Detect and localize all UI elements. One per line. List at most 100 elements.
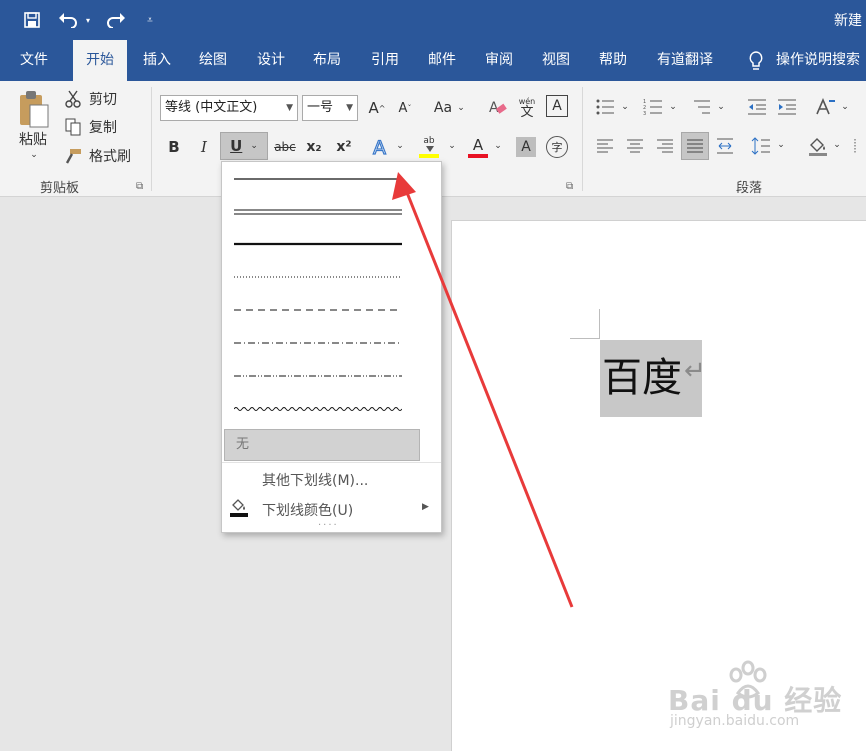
tab-help[interactable]: 帮助 — [590, 40, 636, 81]
italic-button[interactable]: I — [194, 135, 214, 159]
font-name-combo[interactable]: 等线 (中文正文) ▼ — [160, 95, 298, 121]
subscript-button[interactable]: x₂ — [302, 135, 326, 159]
paste-dropdown-icon[interactable]: ⌄ — [26, 149, 42, 161]
chinese-layout-icon[interactable] — [812, 95, 838, 119]
phonetic-guide-icon[interactable]: wén 文 — [514, 93, 540, 121]
superscript-button[interactable]: x² — [332, 135, 356, 159]
redo-icon[interactable] — [104, 8, 128, 32]
underline-color-option[interactable]: 下划线颜色(U) — [262, 500, 353, 520]
multilevel-list-icon[interactable] — [690, 95, 712, 119]
chevron-down-icon[interactable]: ⌄ — [456, 101, 466, 115]
font-launcher-icon[interactable]: ⧉ — [566, 181, 573, 192]
character-shading-icon[interactable]: A — [516, 137, 536, 157]
highlight-icon[interactable]: ab — [416, 133, 442, 161]
watermark: Bai du 经验 jingyan.baidu.com — [666, 655, 866, 735]
chevron-down-icon: ▼ — [286, 103, 293, 113]
tab-references[interactable]: 引用 — [362, 40, 408, 81]
underline-dotted[interactable] — [234, 271, 402, 283]
margin-marker — [570, 338, 600, 339]
strikethrough-button[interactable]: abc — [272, 135, 298, 159]
grow-font-icon[interactable]: A ^ — [366, 97, 388, 119]
tab-file[interactable]: 文件 — [8, 40, 60, 81]
align-left-icon[interactable] — [594, 135, 616, 157]
paste-button[interactable]: 粘贴 — [12, 130, 54, 148]
save-icon[interactable] — [20, 8, 44, 32]
clipboard-launcher-icon[interactable]: ⧉ — [136, 181, 143, 192]
change-case-button[interactable]: Aa — [430, 97, 456, 119]
cut-button[interactable]: 剪切 — [86, 89, 120, 109]
font-size-value: 一号 — [307, 100, 334, 115]
increase-indent-icon[interactable] — [776, 95, 798, 119]
font-size-combo[interactable]: 一号 ▼ — [302, 95, 358, 121]
decrease-indent-icon[interactable] — [746, 95, 768, 119]
tab-view[interactable]: 视图 — [533, 40, 579, 81]
svg-text:A: A — [373, 137, 386, 158]
tab-design[interactable]: 设计 — [248, 40, 294, 81]
font-name-value: 等线 (中文正文) — [165, 100, 258, 115]
resize-grip-icon[interactable]: ···· — [318, 520, 339, 531]
underline-wave[interactable] — [234, 403, 402, 415]
justify-icon[interactable] — [681, 132, 709, 160]
more-underlines-option[interactable]: 其他下划线(M)... — [262, 470, 368, 490]
chevron-down-icon[interactable]: ⌄ — [776, 139, 786, 151]
distributed-icon[interactable] — [714, 135, 736, 157]
underline-dropdown-menu: 无 其他下划线(M)... 下划线颜色(U) ▶ ···· — [221, 161, 442, 533]
chevron-down-icon: ▼ — [346, 103, 353, 113]
align-right-icon[interactable] — [654, 135, 676, 157]
underline-single[interactable] — [234, 173, 402, 185]
chevron-down-icon[interactable]: ⌄ — [668, 101, 678, 113]
underline-button[interactable]: U ⌄ — [220, 132, 268, 160]
group-separator — [582, 87, 583, 191]
watermark-url: jingyan.baidu.com — [670, 713, 800, 729]
tab-home[interactable]: 开始 — [73, 40, 127, 81]
shrink-font-icon[interactable]: Aˇ — [394, 97, 416, 119]
font-color-icon[interactable]: A — [466, 133, 490, 161]
tab-mailings[interactable]: 邮件 — [419, 40, 465, 81]
shading-icon[interactable] — [806, 133, 830, 159]
margin-marker — [599, 309, 600, 339]
undo-dropdown-icon[interactable]: ▾ — [82, 8, 94, 32]
chevron-down-icon[interactable]: ⌄ — [840, 101, 850, 113]
chevron-down-icon[interactable]: ⌄ — [716, 101, 726, 113]
format-painter-icon — [62, 146, 84, 166]
bullets-icon[interactable] — [594, 95, 616, 119]
undo-icon[interactable] — [56, 8, 80, 32]
chevron-down-icon[interactable]: ⌄ — [832, 139, 842, 151]
tab-youdao[interactable]: 有道翻译 — [648, 40, 722, 81]
clipboard-group-label: 剪贴板 — [40, 181, 80, 196]
clear-formatting-icon[interactable]: A — [486, 95, 510, 119]
underline-double[interactable] — [234, 206, 402, 218]
character-border-icon[interactable]: A — [546, 95, 568, 117]
scissors-icon — [62, 89, 84, 109]
format-painter-button[interactable]: 格式刷 — [86, 146, 134, 166]
title-bar: ▾ ⩡ 新建 — [0, 0, 866, 40]
submenu-arrow-icon: ▶ — [422, 502, 429, 512]
chevron-down-icon[interactable]: ⌄ — [492, 139, 504, 153]
underline-none-option[interactable]: 无 — [224, 429, 420, 461]
chevron-down-icon[interactable]: ⌄ — [394, 139, 406, 153]
menu-separator — [222, 462, 441, 463]
tab-draw[interactable]: 绘图 — [190, 40, 236, 81]
tab-review[interactable]: 审阅 — [476, 40, 522, 81]
borders-icon[interactable] — [852, 135, 866, 157]
align-center-icon[interactable] — [624, 135, 646, 157]
text-effects-icon[interactable]: A — [370, 135, 392, 159]
chevron-down-icon[interactable]: ⌄ — [446, 139, 458, 153]
copy-button[interactable]: 复制 — [86, 117, 120, 137]
underline-dot-dot-dash[interactable] — [234, 370, 402, 382]
line-spacing-icon[interactable] — [750, 135, 772, 157]
chevron-down-icon[interactable]: ⌄ — [620, 101, 630, 113]
paste-icon[interactable] — [14, 89, 54, 129]
paragraph-group-label: 段落 — [736, 181, 763, 196]
tell-me-search[interactable]: 操作说明搜索 — [776, 40, 866, 81]
numbering-icon[interactable]: 123 — [642, 95, 664, 119]
window-title: 新建 — [834, 13, 862, 29]
tab-layout[interactable]: 布局 — [304, 40, 350, 81]
underline-dashed[interactable] — [234, 304, 402, 316]
underline-dot-dash[interactable] — [234, 337, 402, 349]
underline-thick[interactable] — [234, 238, 402, 250]
tab-insert[interactable]: 插入 — [134, 40, 180, 81]
bold-button[interactable]: B — [164, 135, 184, 159]
customize-qat-icon[interactable]: ⩡ — [142, 8, 158, 32]
enclose-characters-icon[interactable]: 字 — [546, 136, 568, 158]
